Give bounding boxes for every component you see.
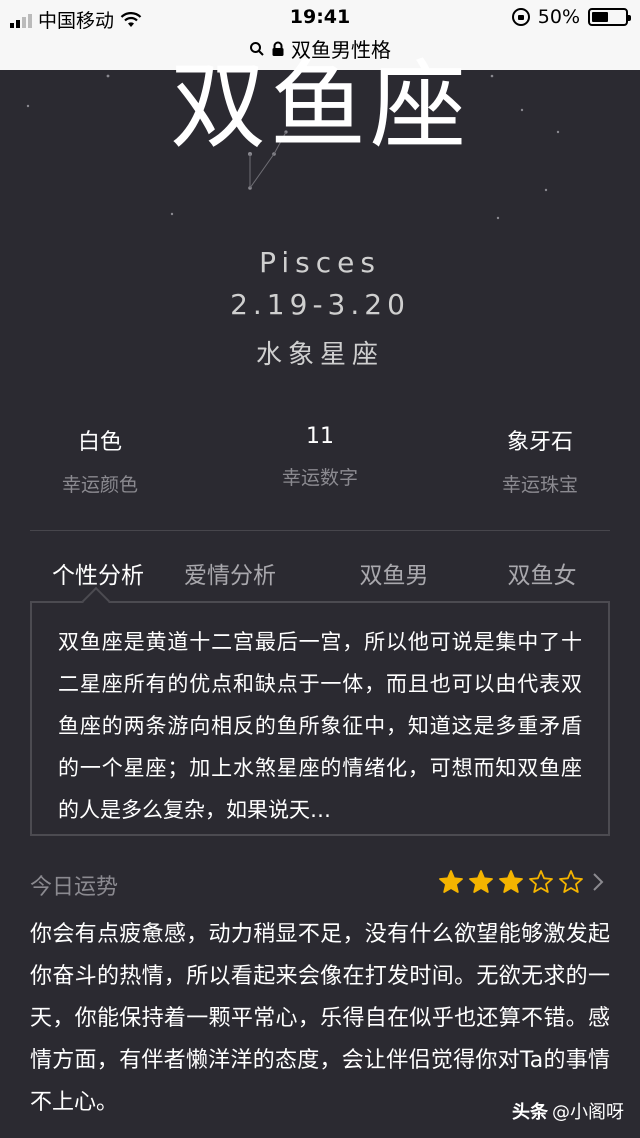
- watermark: 头条 @小阁呀: [512, 1098, 624, 1124]
- battery-percent: 50%: [537, 6, 580, 28]
- watermark-handle: @小阁呀: [552, 1102, 624, 1123]
- star-empty-icon: [559, 870, 583, 893]
- lucky-gem-value: 象牙石: [506, 430, 573, 455]
- watermark-brand: 头条: [512, 1102, 548, 1123]
- daily-fortune-title: 今日运势: [30, 875, 119, 900]
- battery-icon: [588, 8, 631, 26]
- sign-dates: 2.19-3.20: [230, 288, 410, 321]
- rotation-lock-icon: [511, 8, 530, 26]
- star-filled-icon: [499, 870, 523, 893]
- personality-description: 双鱼座是黄道十二宫最后一宫，所以他可说是集中了十二星座所有的优点和缺点于一体，而…: [58, 630, 582, 822]
- lucky-gem-label: 幸运珠宝: [501, 474, 578, 496]
- lucky-number-value: 11: [306, 424, 334, 449]
- divider: [30, 530, 610, 531]
- chevron-right-icon[interactable]: [590, 872, 606, 892]
- star-empty-icon: [529, 870, 553, 893]
- lucky-number: 11 幸运数字: [230, 424, 410, 490]
- lucky-color-value: 白色: [77, 430, 122, 455]
- sign-element: 水象星座: [255, 340, 384, 370]
- fortune-rating: [438, 869, 584, 895]
- daily-fortune-text: 你会有点疲惫感，动力稍显不足，没有什么欲望能够激发起你奋斗的热情，所以看起来会像…: [30, 922, 610, 1115]
- sign-title: 双鱼座: [170, 50, 470, 162]
- sign-english-name: Pisces: [259, 246, 381, 279]
- lucky-gem: 象牙石 幸运珠宝: [450, 424, 630, 497]
- personality-description-card[interactable]: 双鱼座是黄道十二宫最后一宫，所以他可说是集中了十二星座所有的优点和缺点于一体，而…: [30, 601, 610, 836]
- lucky-color-label: 幸运颜色: [61, 474, 138, 496]
- star-filled-icon: [439, 870, 463, 893]
- lucky-number-label: 幸运数字: [281, 467, 358, 489]
- tab-personality[interactable]: 个性分析: [28, 556, 168, 590]
- tab-love[interactable]: 爱情分析: [160, 556, 300, 590]
- lucky-color: 白色 幸运颜色: [10, 424, 190, 497]
- status-right: 50%: [511, 6, 631, 28]
- star-filled-icon: [469, 870, 493, 893]
- tab-pisces-woman[interactable]: 双鱼女: [472, 556, 612, 590]
- tab-pisces-man[interactable]: 双鱼男: [324, 556, 464, 590]
